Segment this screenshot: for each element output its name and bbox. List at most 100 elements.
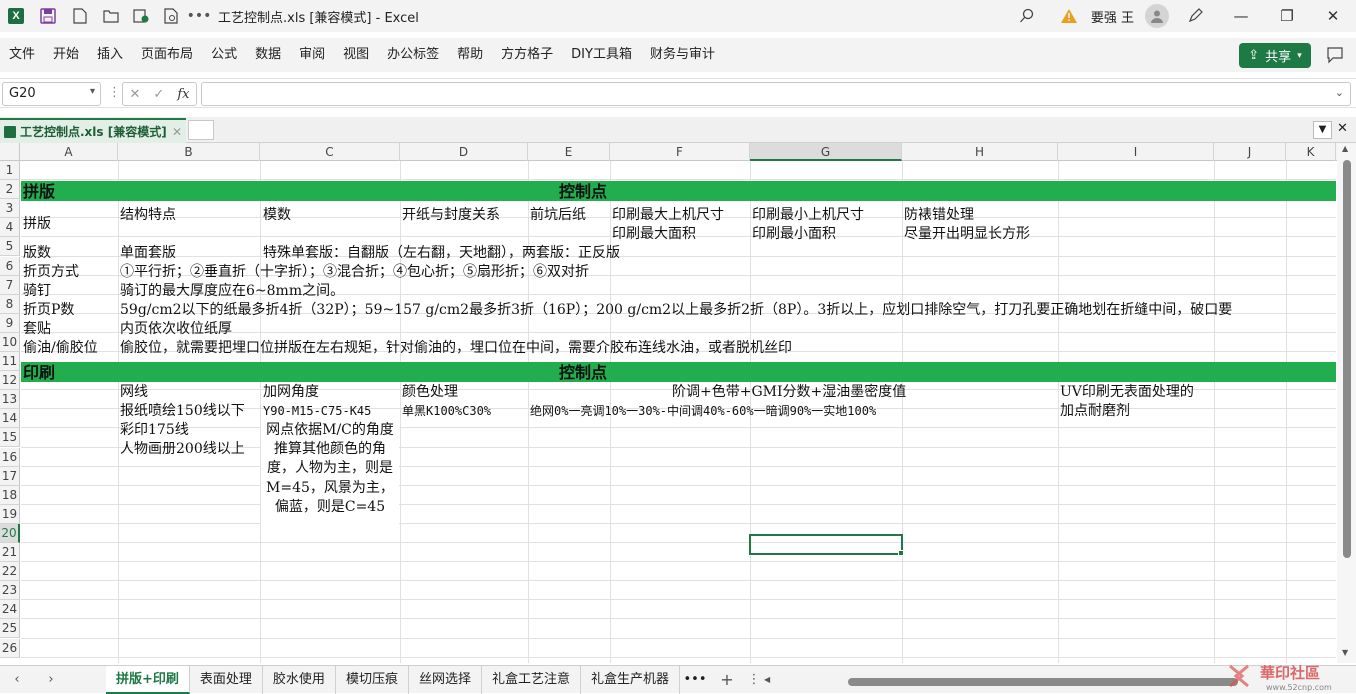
- menu-insert[interactable]: 插入: [88, 38, 132, 72]
- cell-b6[interactable]: ①平行折；②垂直折（十字折）；③混合折；④包心折；⑤扇形折；⑥双对折: [120, 263, 589, 282]
- menu-help[interactable]: 帮助: [448, 38, 492, 72]
- sheet-tab[interactable]: 模切压痕: [336, 665, 409, 694]
- cell-b8[interactable]: 59g/cm2以下的纸最多折4折（32P）；59~157 g/cm2最多折3折（…: [120, 301, 1232, 320]
- cell-d12[interactable]: 颜色处理: [402, 383, 458, 402]
- row-header[interactable]: 15: [0, 428, 20, 448]
- sheet-tab[interactable]: 丝网选择: [409, 665, 482, 694]
- cell-b5[interactable]: 单面套版: [120, 244, 176, 263]
- close-document-icon[interactable]: ✕: [1337, 121, 1348, 136]
- avatar[interactable]: [1142, 0, 1172, 32]
- cell-b13[interactable]: 报纸喷绘150线以下: [120, 402, 245, 421]
- cell-a11[interactable]: 印刷: [23, 363, 55, 382]
- warning-icon[interactable]: [1047, 0, 1091, 32]
- sheet-tab[interactable]: 拼版+印刷: [106, 665, 190, 694]
- cell-b10[interactable]: 偷胶位，就需要把埋口位拼版在左右规矩，针对偷油的，埋口位在中间，需要介胶布连线水…: [120, 339, 792, 358]
- column-header[interactable]: B: [118, 143, 260, 161]
- row-header[interactable]: 18: [0, 485, 20, 505]
- row-header[interactable]: 12: [0, 371, 20, 391]
- more-sheets-icon[interactable]: •••: [680, 672, 710, 687]
- menu-file[interactable]: 文件: [0, 38, 44, 72]
- cell-ctl11[interactable]: 控制点: [559, 363, 607, 382]
- cell-b14[interactable]: 彩印175线: [120, 421, 189, 440]
- cell-a2[interactable]: 拼版: [23, 182, 55, 201]
- row-header[interactable]: 13: [0, 390, 20, 410]
- close-tab-icon[interactable]: ✕: [172, 125, 182, 139]
- menu-view[interactable]: 视图: [334, 38, 378, 72]
- cell-c12[interactable]: 加网角度: [263, 383, 319, 402]
- cell-e3[interactable]: 前坑后纸: [530, 206, 586, 225]
- column-header[interactable]: G: [750, 143, 902, 161]
- select-all-corner[interactable]: [0, 143, 20, 161]
- cell-h3[interactable]: 防裱错处理: [904, 206, 974, 225]
- row-header[interactable]: 21: [0, 543, 20, 563]
- row-header[interactable]: 26: [0, 638, 20, 658]
- cell-a7[interactable]: 骑钉: [23, 282, 51, 301]
- new-file-icon[interactable]: [64, 0, 96, 32]
- row-header[interactable]: 10: [0, 332, 20, 352]
- tab-list-button[interactable]: ▼: [1313, 121, 1332, 139]
- row-header[interactable]: 20: [0, 523, 20, 543]
- cancel-icon[interactable]: ✕: [130, 87, 141, 102]
- menu-page-layout[interactable]: 页面布局: [132, 38, 202, 72]
- cell-g3[interactable]: 印刷最小上机尺寸: [752, 206, 864, 225]
- sync-icon[interactable]: [126, 0, 156, 32]
- cell-i12[interactable]: UV印刷无表面处理的: [1060, 383, 1194, 402]
- pen-icon[interactable]: [1172, 0, 1218, 32]
- cell-c13[interactable]: Y90-M15-C75-K45: [263, 402, 371, 421]
- hscroll-left-icon[interactable]: ◀: [764, 675, 778, 684]
- row-header[interactable]: 25: [0, 619, 20, 639]
- cell-a6[interactable]: 折页方式: [23, 263, 79, 282]
- cell-i13[interactable]: 加点耐磨剂: [1060, 402, 1130, 421]
- cell-b9[interactable]: 内页依次收位纸厚: [120, 320, 232, 339]
- row-header[interactable]: 24: [0, 600, 20, 620]
- name-box[interactable]: G20 ▾: [2, 82, 101, 106]
- worksheet-grid[interactable]: A B C D E F G H I J K 1 2 3 4 5 6 7 8 9 10 11 12 13 1…: [0, 143, 1356, 663]
- close-icon[interactable]: ✕: [1310, 0, 1356, 32]
- sheet-tab[interactable]: 胶水使用: [263, 665, 336, 694]
- row-header[interactable]: 1: [0, 161, 20, 181]
- cell-c5[interactable]: 特殊单套版：自翻版（左右翻，天地翻），两套版：正反版: [263, 244, 620, 263]
- cell-a8[interactable]: 折页P数: [23, 301, 74, 320]
- scroll-right-icon[interactable]: ›: [34, 672, 68, 687]
- row-header[interactable]: 7: [0, 275, 20, 295]
- scroll-down-icon[interactable]: ▼: [1342, 648, 1348, 657]
- document-tab[interactable]: 工艺控制点.xls [兼容模式] ✕: [0, 118, 186, 143]
- row-header[interactable]: 16: [0, 447, 20, 467]
- cell-b7[interactable]: 骑订的最大厚度应在6~8mm之间。: [120, 282, 344, 301]
- cell-f3[interactable]: 印刷最大上机尺寸: [612, 206, 724, 225]
- active-cell-selection[interactable]: [749, 534, 903, 555]
- enter-icon[interactable]: ✓: [153, 87, 164, 102]
- column-header[interactable]: C: [260, 143, 400, 161]
- row-header[interactable]: 6: [0, 256, 20, 276]
- new-document-tab[interactable]: [188, 120, 214, 140]
- menu-review[interactable]: 审阅: [290, 38, 334, 72]
- sheet-tab[interactable]: 礼盒工艺注意: [482, 665, 581, 694]
- cell-f12[interactable]: 阶调+色带+GMI分数+湿油墨密度值: [672, 383, 906, 402]
- column-header[interactable]: F: [610, 143, 750, 161]
- more-commands-icon[interactable]: •••: [186, 0, 212, 32]
- cell-d13[interactable]: 单黑K100%C30%: [402, 402, 491, 421]
- row-header[interactable]: 23: [0, 581, 20, 601]
- row-header[interactable]: 17: [0, 466, 20, 486]
- row-header[interactable]: 9: [0, 313, 20, 333]
- cell-ctl2[interactable]: 控制点: [559, 182, 607, 201]
- menu-ffgz[interactable]: 方方格子: [492, 38, 562, 72]
- share-button[interactable]: ⇪ 共享 ▾: [1239, 43, 1311, 68]
- chevron-down-icon[interactable]: ⌄: [1335, 86, 1344, 99]
- cell-c14-wrapped[interactable]: 网点依据M/C的角度推算其他颜色的角度，人物为主，则是M=45，风景为主，偏蓝，…: [261, 421, 399, 535]
- menu-diy-toolbox[interactable]: DIY工具箱: [562, 38, 641, 72]
- column-header[interactable]: A: [20, 143, 118, 161]
- cell-a9[interactable]: 套贴: [23, 320, 51, 339]
- cell-a5[interactable]: 版数: [23, 244, 51, 263]
- column-header[interactable]: K: [1286, 143, 1336, 161]
- row-header[interactable]: 8: [0, 294, 20, 314]
- menu-formulas[interactable]: 公式: [202, 38, 246, 72]
- sheet-tab[interactable]: 礼盒生产机器: [581, 665, 680, 694]
- column-header[interactable]: E: [528, 143, 610, 161]
- cell-e13[interactable]: 绝网0%一亮调10%一30%-中间调40%-60%一暗调90%一实地100%: [530, 402, 876, 421]
- row-header[interactable]: 19: [0, 504, 20, 524]
- insert-function-icon[interactable]: fx: [177, 87, 189, 102]
- restore-icon[interactable]: ❐: [1264, 0, 1310, 32]
- cell-b15[interactable]: 人物画册200线以上: [120, 440, 245, 459]
- save-icon[interactable]: [32, 0, 64, 32]
